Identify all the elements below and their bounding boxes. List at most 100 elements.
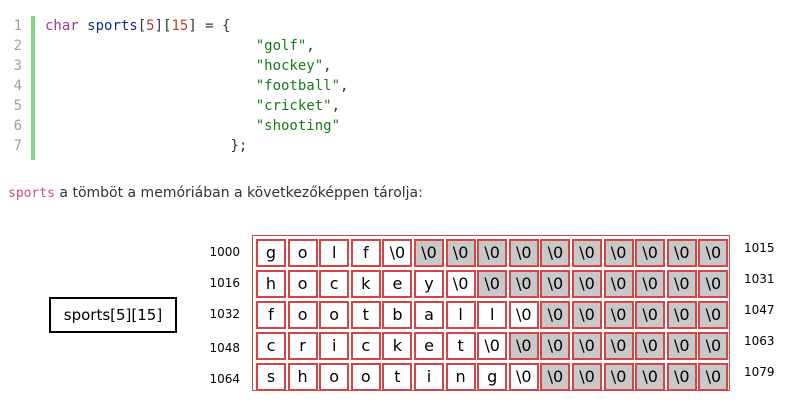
code-token: , [323,58,332,74]
code-gutter-bar [31,16,35,160]
null-terminator-cell: \0 [572,239,602,267]
description-code-term: sports [8,186,55,201]
char-cell: a [414,301,444,329]
null-terminator-cell: \0 [603,270,634,298]
char-cell: f [350,239,381,267]
code-text: char sports[5][15] = { [45,16,230,36]
memory-grid: g o l f \0 \0 \0 \0 \0 \0 \0 \0 \0 \0 \0 h o c k e y \0 \0 \0 \0… [252,235,730,391]
char-cell: r [287,332,318,360]
null-terminator-cell: \0 [666,239,697,267]
char-cell: o [350,363,381,391]
null-terminator-cell: \0 [635,301,666,329]
row-start-address: 1048 [209,341,240,355]
char-cell: t [350,301,381,329]
code-token: sports [87,18,138,34]
null-terminator-cell: \0 [540,332,571,360]
row-end-address: 1047 [744,303,775,317]
char-cell: b [382,301,413,329]
null-terminator-cell: \0 [698,363,729,391]
char-cell: o [287,301,318,329]
char-cell: h [287,363,318,391]
code-text: "shooting" [45,116,340,136]
row-end-address: 1031 [744,272,775,286]
char-cell: i [319,332,350,360]
null-terminator-cell: \0 [572,363,602,391]
code-token: "cricket" [255,98,332,114]
char-cell: o [319,301,350,329]
code-token: , [331,98,341,114]
null-terminator-cell: \0 [382,239,413,267]
code-token: char [45,18,79,34]
null-terminator-cell: \0 [572,301,602,329]
code-token: "hockey" [255,58,324,74]
null-terminator-cell: \0 [635,363,666,391]
row-start-address: 1016 [209,276,240,290]
char-cell: e [382,270,413,298]
char-cell: l [477,301,508,329]
line-number: 6 [13,118,22,134]
code-text: "golf", [45,36,315,56]
char-cell: g [477,363,508,391]
code-token: }; [230,138,248,154]
char-cell: i [414,363,444,391]
char-cell: k [350,270,381,298]
null-terminator-cell: \0 [508,332,539,360]
char-cell: o [287,239,318,267]
null-terminator-cell: \0 [603,239,634,267]
row-start-address: 1000 [209,245,240,259]
null-terminator-cell: \0 [508,270,539,298]
code-token: "shooting" [255,118,341,134]
char-cell: y [414,270,444,298]
null-terminator-cell: \0 [698,239,729,267]
char-cell: g [256,239,286,267]
code-text: }; [45,136,247,156]
code-token: 5 [146,18,155,34]
null-terminator-cell: \0 [603,301,634,329]
code-text: "cricket", [45,96,340,116]
description: sports a tömböt a memóriában a következő… [8,182,423,204]
null-terminator-cell: \0 [698,270,729,298]
char-cell: c [350,332,381,360]
code-token: [ [137,18,147,34]
char-cell: o [319,363,350,391]
line-number: 2 [13,38,22,54]
null-terminator-cell: \0 [477,332,508,360]
row-end-address: 1015 [744,241,775,255]
null-terminator-cell: \0 [414,239,444,267]
row-end-address: 1079 [744,365,775,379]
row-start-address: 1032 [209,307,240,321]
null-terminator-cell: \0 [477,239,508,267]
null-terminator-cell: \0 [666,301,697,329]
char-cell: t [382,363,413,391]
row-start-address: 1064 [209,372,240,386]
null-terminator-cell: \0 [635,270,666,298]
line-number: 3 [13,58,22,74]
null-terminator-cell: \0 [445,239,476,267]
null-terminator-cell: \0 [603,363,634,391]
char-cell: e [414,332,444,360]
code-text: "hockey", [45,56,332,76]
code-token: ][ [154,18,172,34]
null-terminator-cell: \0 [635,239,666,267]
null-terminator-cell: \0 [635,332,666,360]
line-number: 5 [13,98,22,114]
char-cell: c [319,270,350,298]
null-terminator-cell: \0 [572,270,602,298]
char-cell: t [445,332,476,360]
null-terminator-cell: \0 [445,270,476,298]
null-terminator-cell: \0 [540,270,571,298]
code-token: 15 [171,18,189,34]
line-number: 7 [13,138,22,154]
char-cell: f [256,301,286,329]
char-cell: o [287,270,318,298]
description-text: a tömböt a memóriában a következőképpen … [54,185,423,201]
null-terminator-cell: \0 [540,239,571,267]
null-terminator-cell: \0 [603,332,634,360]
array-label-box: sports[5][15] [49,297,177,333]
